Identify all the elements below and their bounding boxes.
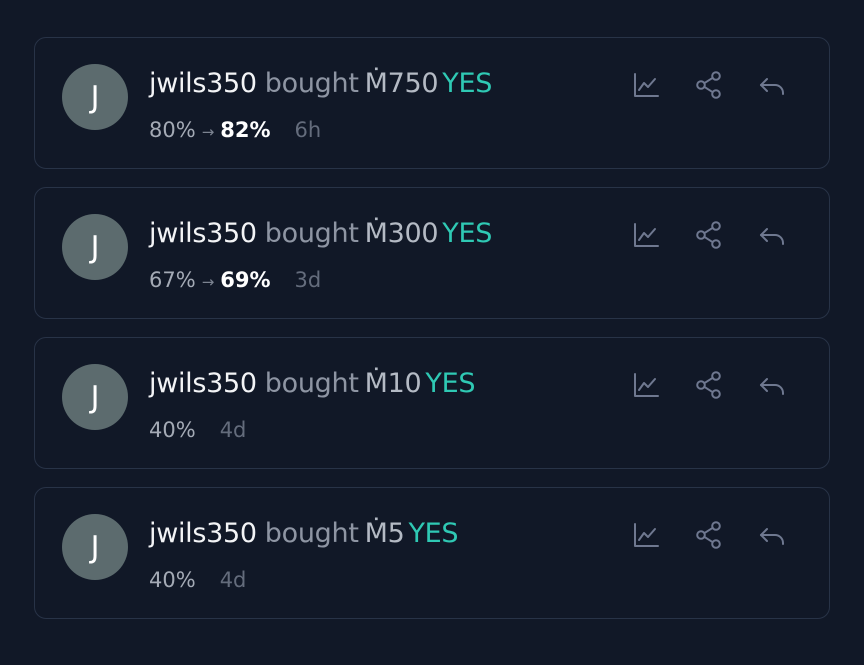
username-link[interactable]: jwils350 bbox=[149, 218, 257, 249]
prob-arrow: → bbox=[201, 123, 215, 141]
trade-amount: Ṁ750 bbox=[364, 68, 439, 99]
chart-icon[interactable] bbox=[631, 370, 661, 400]
trade-verb: bought bbox=[264, 218, 359, 249]
chart-icon[interactable] bbox=[631, 220, 661, 250]
trade-actions bbox=[631, 220, 787, 250]
trade-details: 40% 4d bbox=[149, 418, 246, 442]
trade-card: J jwils350 bought Ṁ10 YES 40% 4d bbox=[34, 337, 830, 469]
trade-actions bbox=[631, 70, 787, 100]
prob-before: 67% bbox=[149, 268, 196, 292]
trade-outcome: YES bbox=[442, 218, 493, 249]
share-icon[interactable] bbox=[694, 220, 724, 250]
reply-icon[interactable] bbox=[757, 70, 787, 100]
trade-feed: J jwils350 bought Ṁ750 YES 80% → 82% 6h J jwil… bbox=[34, 37, 830, 637]
trade-details: 40% 4d bbox=[149, 568, 246, 592]
reply-icon[interactable] bbox=[757, 520, 787, 550]
chart-icon[interactable] bbox=[631, 70, 661, 100]
avatar[interactable]: J bbox=[62, 364, 128, 430]
trade-summary: jwils350 bought Ṁ5 YES bbox=[149, 518, 459, 549]
trade-time: 6h bbox=[294, 118, 322, 142]
prob-arrow: → bbox=[201, 273, 215, 291]
trade-summary: jwils350 bought Ṁ750 YES bbox=[149, 68, 492, 99]
trade-outcome: YES bbox=[408, 518, 459, 549]
trade-amount: Ṁ10 bbox=[364, 368, 422, 399]
prob-after: 69% bbox=[220, 268, 271, 292]
trade-details: 67% → 69% 3d bbox=[149, 268, 321, 292]
reply-icon[interactable] bbox=[757, 370, 787, 400]
share-icon[interactable] bbox=[694, 520, 724, 550]
trade-time: 4d bbox=[219, 418, 247, 442]
trade-amount: Ṁ5 bbox=[364, 518, 405, 549]
trade-summary: jwils350 bought Ṁ10 YES bbox=[149, 368, 475, 399]
reply-icon[interactable] bbox=[757, 220, 787, 250]
username-link[interactable]: jwils350 bbox=[149, 518, 257, 549]
username-link[interactable]: jwils350 bbox=[149, 68, 257, 99]
prob-before: 40% bbox=[149, 568, 196, 592]
trade-actions bbox=[631, 370, 787, 400]
prob-before: 80% bbox=[149, 118, 196, 142]
username-link[interactable]: jwils350 bbox=[149, 368, 257, 399]
trade-card: J jwils350 bought Ṁ5 YES 40% 4d bbox=[34, 487, 830, 619]
avatar[interactable]: J bbox=[62, 64, 128, 130]
trade-time: 4d bbox=[219, 568, 247, 592]
trade-card: J jwils350 bought Ṁ750 YES 80% → 82% 6h bbox=[34, 37, 830, 169]
trade-outcome: YES bbox=[425, 368, 476, 399]
trade-summary: jwils350 bought Ṁ300 YES bbox=[149, 218, 492, 249]
prob-after: 82% bbox=[220, 118, 271, 142]
chart-icon[interactable] bbox=[631, 520, 661, 550]
share-icon[interactable] bbox=[694, 70, 724, 100]
trade-actions bbox=[631, 520, 787, 550]
trade-time: 3d bbox=[294, 268, 322, 292]
trade-outcome: YES bbox=[442, 68, 493, 99]
trade-card: J jwils350 bought Ṁ300 YES 67% → 69% 3d bbox=[34, 187, 830, 319]
avatar[interactable]: J bbox=[62, 214, 128, 280]
trade-verb: bought bbox=[264, 518, 359, 549]
trade-verb: bought bbox=[264, 68, 359, 99]
prob-before: 40% bbox=[149, 418, 196, 442]
trade-verb: bought bbox=[264, 368, 359, 399]
share-icon[interactable] bbox=[694, 370, 724, 400]
avatar[interactable]: J bbox=[62, 514, 128, 580]
trade-amount: Ṁ300 bbox=[364, 218, 439, 249]
trade-details: 80% → 82% 6h bbox=[149, 118, 321, 142]
